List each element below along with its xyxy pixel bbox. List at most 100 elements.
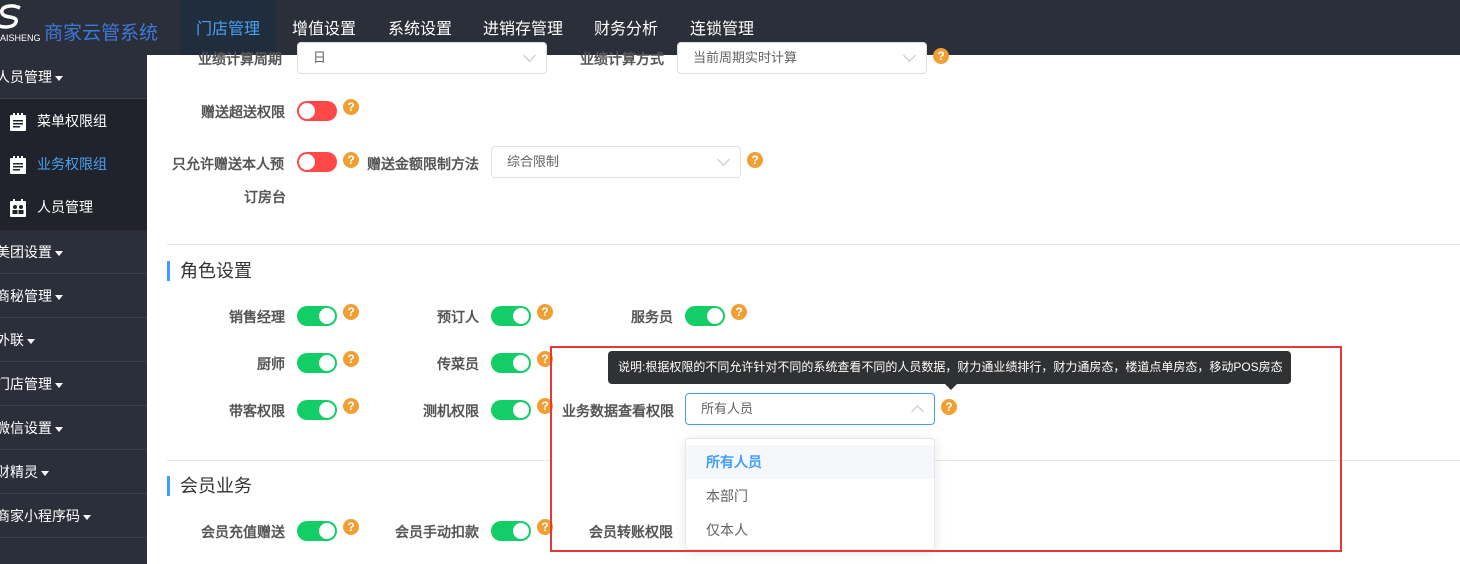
role-label-guide-permission: 带客权限 bbox=[229, 403, 285, 419]
waiter-toggle[interactable] bbox=[685, 306, 725, 326]
member-section-title: 会员业务 bbox=[167, 476, 252, 496]
dropdown-option-all[interactable]: 所有人员 bbox=[686, 445, 934, 479]
sidebar-item-menu-permission-group[interactable]: 菜单权限组 bbox=[0, 100, 147, 143]
help-icon[interactable]: ? bbox=[933, 48, 949, 64]
sidebar-item-staff-management[interactable]: 人员管理 bbox=[0, 186, 147, 229]
help-icon[interactable]: ? bbox=[343, 99, 359, 115]
help-icon[interactable]: ? bbox=[343, 351, 359, 367]
app-title: 商家云管系统 bbox=[44, 23, 159, 44]
sidebar-group-personnel[interactable]: 人员管理 bbox=[0, 55, 147, 99]
perf-method-value: 当前周期实时计算 bbox=[693, 50, 798, 65]
gift-over-label: 赠送超送权限 bbox=[201, 104, 285, 120]
only-self-toggle[interactable] bbox=[297, 152, 337, 172]
nav-financial-analysis[interactable]: 财务分析 bbox=[585, 0, 667, 55]
gift-amount-select[interactable]: 综合限制 bbox=[491, 146, 741, 178]
help-icon[interactable]: ? bbox=[343, 398, 359, 414]
sidebar-group-wechat[interactable]: 微信设置 bbox=[0, 406, 147, 450]
toggle-knob bbox=[319, 308, 335, 324]
help-icon[interactable]: ? bbox=[343, 519, 359, 535]
sidebar-item-label: 菜单权限组 bbox=[37, 113, 107, 129]
booker-toggle[interactable] bbox=[491, 306, 531, 326]
sidebar-group-label: 商家小程序码 bbox=[0, 508, 80, 524]
member-label-manual-deduct: 会员手动扣款 bbox=[395, 524, 479, 540]
sidebar-group-external[interactable]: 外联 bbox=[0, 318, 147, 362]
sidebar-item-business-permission-group[interactable]: 业务权限组 bbox=[0, 143, 147, 186]
biz-view-select[interactable]: 所有人员 bbox=[685, 393, 935, 425]
perf-method-label: 业绩计算方式 bbox=[580, 51, 664, 67]
help-icon[interactable]: ? bbox=[343, 152, 359, 168]
perf-method-select[interactable]: 当前周期实时计算 bbox=[677, 42, 927, 74]
help-icon[interactable]: ? bbox=[731, 304, 747, 320]
toggle-knob bbox=[319, 355, 335, 371]
help-icon[interactable]: ? bbox=[941, 399, 957, 415]
help-icon[interactable]: ? bbox=[537, 304, 553, 320]
sidebar-group-store[interactable]: 门店管理 bbox=[0, 362, 147, 406]
chevron-up-icon bbox=[911, 405, 924, 418]
caret-down-icon bbox=[27, 338, 35, 344]
sidebar-group-label: 财精灵 bbox=[0, 464, 38, 480]
food-runner-toggle[interactable] bbox=[491, 353, 531, 373]
caret-down-icon bbox=[55, 294, 63, 300]
guide-permission-toggle[interactable] bbox=[297, 400, 337, 420]
role-label-waiter: 服务员 bbox=[631, 309, 673, 325]
help-icon[interactable]: ? bbox=[747, 152, 763, 168]
gift-amount-value: 综合限制 bbox=[507, 154, 560, 169]
dropdown-option-self[interactable]: 仅本人 bbox=[686, 513, 934, 547]
biz-view-dropdown: 所有人员 本部门 仅本人 bbox=[685, 438, 935, 550]
toggle-knob bbox=[513, 402, 529, 418]
perf-period-select[interactable]: 日 bbox=[297, 42, 547, 74]
sidebar-group-label: 门店管理 bbox=[0, 376, 52, 392]
role-label-test-permission: 测机权限 bbox=[423, 403, 479, 419]
toggle-knob bbox=[299, 103, 315, 119]
member-label-transfer: 会员转账权限 bbox=[589, 524, 673, 540]
role-label-sales-manager: 销售经理 bbox=[229, 309, 285, 325]
gift-over-toggle[interactable] bbox=[297, 101, 337, 121]
biz-view-label: 业务数据查看权限 bbox=[562, 403, 674, 419]
role-label-food-runner: 传菜员 bbox=[437, 356, 479, 372]
only-self-label-cont: 订房台 bbox=[244, 189, 286, 205]
help-icon[interactable]: ? bbox=[537, 398, 553, 414]
role-section-title: 角色设置 bbox=[167, 261, 252, 281]
sidebar-group-caijingling[interactable]: 财精灵 bbox=[0, 450, 147, 494]
chevron-down-icon bbox=[903, 49, 916, 62]
biz-view-value: 所有人员 bbox=[701, 401, 754, 416]
tooltip-arrow bbox=[945, 384, 957, 390]
manual-deduct-toggle[interactable] bbox=[491, 521, 531, 541]
sidebar-group-label: 商秘管理 bbox=[0, 288, 52, 304]
sidebar: 人员管理 菜单权限组 业务权限组 人员管理 美团设置 商秘管理 外联 门店管理 … bbox=[0, 55, 147, 564]
caret-down-icon bbox=[55, 250, 63, 256]
caret-down-icon bbox=[83, 514, 91, 520]
sidebar-group-secretary[interactable]: 商秘管理 bbox=[0, 274, 147, 318]
divider bbox=[935, 460, 1460, 461]
help-icon[interactable]: ? bbox=[537, 519, 553, 535]
dropdown-option-department[interactable]: 本部门 bbox=[686, 479, 934, 513]
toggle-knob bbox=[319, 523, 335, 539]
toggle-knob bbox=[513, 523, 529, 539]
help-icon[interactable]: ? bbox=[343, 304, 359, 320]
help-icon[interactable]: ? bbox=[537, 351, 553, 367]
notepad-icon bbox=[10, 113, 26, 131]
sidebar-group-meituan[interactable]: 美团设置 bbox=[0, 230, 147, 274]
sidebar-group-miniprogram[interactable]: 商家小程序码 bbox=[0, 494, 147, 538]
test-permission-toggle[interactable] bbox=[491, 400, 531, 420]
chevron-down-icon bbox=[717, 153, 730, 166]
logo-icon bbox=[0, 4, 21, 29]
toggle-knob bbox=[513, 308, 529, 324]
recharge-gift-toggle[interactable] bbox=[297, 521, 337, 541]
caret-down-icon bbox=[55, 75, 63, 81]
people-book-icon bbox=[10, 199, 26, 217]
toggle-knob bbox=[319, 402, 335, 418]
chef-toggle[interactable] bbox=[297, 353, 337, 373]
perf-period-value: 日 bbox=[313, 50, 327, 65]
sidebar-submenu: 菜单权限组 业务权限组 人员管理 bbox=[0, 99, 147, 230]
nav-store-management[interactable]: 门店管理 bbox=[180, 0, 276, 55]
toggle-knob bbox=[299, 154, 315, 170]
role-label-chef: 厨师 bbox=[257, 356, 285, 372]
role-label-booker: 预订人 bbox=[437, 309, 479, 325]
divider bbox=[167, 244, 1460, 245]
sidebar-group-label: 外联 bbox=[0, 332, 24, 348]
toggle-knob bbox=[513, 355, 529, 371]
sales-manager-toggle[interactable] bbox=[297, 306, 337, 326]
toggle-knob bbox=[707, 308, 723, 324]
only-self-label: 只允许赠送本人预 bbox=[172, 156, 284, 172]
